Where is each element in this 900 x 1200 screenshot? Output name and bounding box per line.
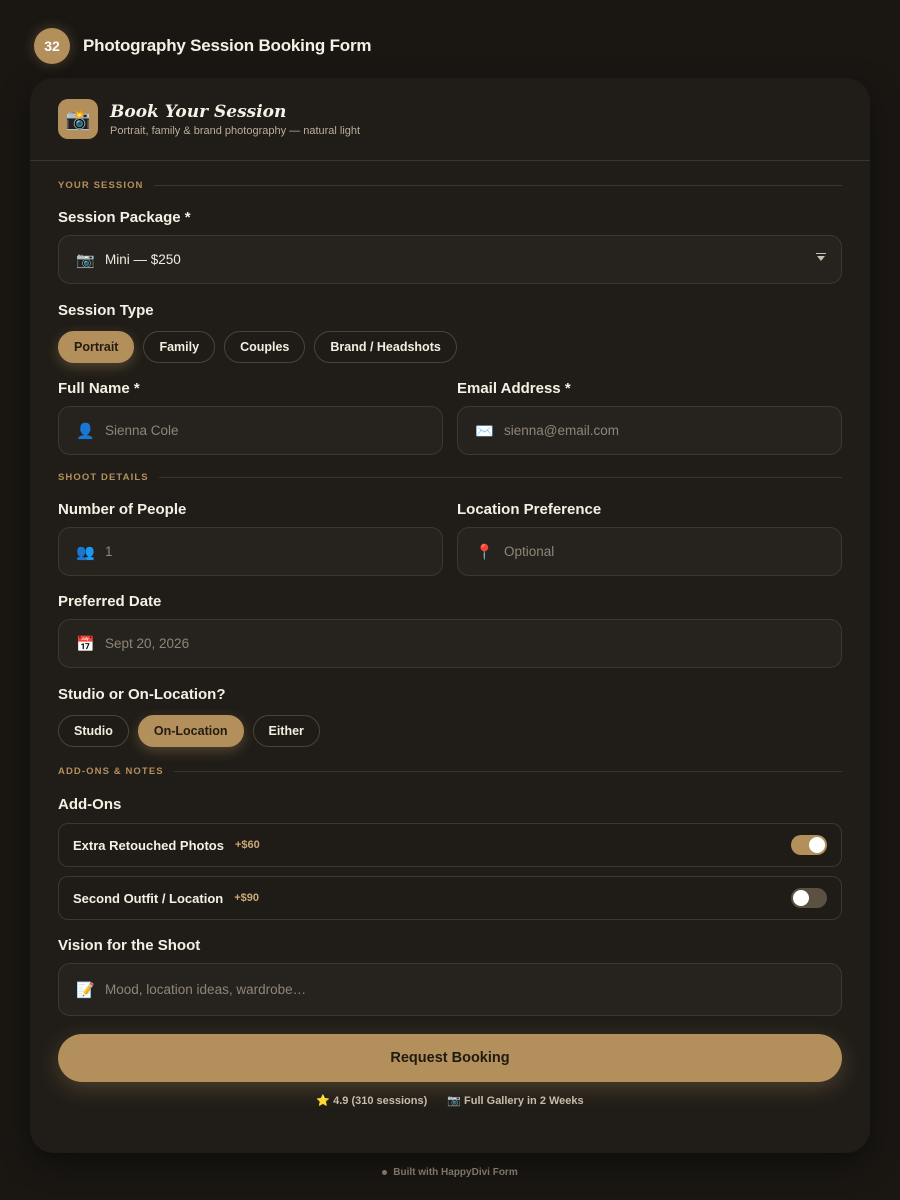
gallery-text: Full Gallery in 2 Weeks (464, 1095, 584, 1107)
toggle-knob (809, 837, 825, 853)
session-type-family[interactable]: Family (143, 331, 216, 363)
location-input[interactable] (504, 544, 804, 559)
star-icon: ⭐ (316, 1095, 331, 1107)
email-label: Email Address * (457, 380, 571, 397)
form-header: 📸 Book Your Session Portrait, family & b… (30, 78, 870, 161)
people-label: Number of People (58, 501, 187, 518)
footer: Built with HappyDivi Form (0, 1167, 900, 1178)
chevron-down-icon (816, 253, 826, 261)
section-addons-notes: ADD-ONS & NOTES (58, 766, 842, 777)
location-field[interactable]: 📍 (457, 527, 842, 576)
package-value: Mini — $250 (105, 252, 181, 267)
form-title: Book Your Session (110, 101, 287, 122)
divider (173, 771, 842, 772)
people-field[interactable]: 👥 (58, 527, 443, 576)
addon-second-outfit[interactable]: Second Outfit / Location +$90 (58, 876, 842, 920)
vision-textarea[interactable]: 📝 (58, 963, 842, 1016)
package-select[interactable]: 📷 Mini — $250 (58, 235, 842, 284)
dot-icon (382, 1170, 388, 1175)
booking-form-card: 📸 Book Your Session Portrait, family & b… (30, 78, 870, 1153)
rating-text: 4.9 (310 sessions) (333, 1095, 428, 1107)
footer-text: Built with HappyDivi Form (393, 1167, 518, 1178)
venue-either[interactable]: Either (252, 715, 320, 747)
location-label: Location Preference (457, 501, 602, 518)
full-name-field[interactable]: 👤 (58, 406, 443, 455)
toggle-knob (793, 890, 809, 906)
gallery-item: 📷 Full Gallery in 2 Weeks (447, 1094, 583, 1107)
people-input[interactable] (105, 544, 405, 559)
pin-icon: 📍 (475, 543, 494, 561)
full-name-input[interactable] (105, 423, 405, 438)
page-header: 32 Photography Session Booking Form (34, 28, 371, 64)
package-label: Session Package * (58, 209, 191, 226)
section-shoot-details: SHOOT DETAILS (58, 472, 842, 483)
user-icon: 👤 (76, 422, 95, 440)
session-type-portrait[interactable]: Portrait (58, 331, 135, 363)
addon-toggle-second-outfit[interactable] (791, 888, 827, 908)
venue-studio[interactable]: Studio (58, 715, 129, 747)
full-name-label: Full Name * (58, 380, 140, 397)
trust-row: ⭐ 4.9 (310 sessions) 📷 Full Gallery in 2… (58, 1094, 842, 1107)
date-label: Preferred Date (58, 593, 162, 610)
section-your-session: YOUR SESSION (58, 180, 842, 191)
section-label: SHOOT DETAILS (58, 472, 149, 483)
envelope-icon: ✉️ (475, 422, 494, 440)
venue-on-location[interactable]: On-Location (137, 715, 244, 747)
addon-price: +$60 (234, 839, 260, 851)
vision-input[interactable] (105, 982, 755, 997)
divider (153, 185, 842, 186)
page-title: Photography Session Booking Form (83, 36, 372, 55)
request-booking-button[interactable]: Request Booking (58, 1034, 842, 1082)
vision-label: Vision for the Shoot (58, 937, 201, 954)
addon-toggle-retouched[interactable] (791, 835, 827, 855)
session-type-couples[interactable]: Couples (224, 331, 306, 363)
people-icon: 👥 (76, 543, 95, 561)
form-subtitle: Portrait, family & brand photography — n… (110, 124, 361, 137)
session-type-brand-headshots[interactable]: Brand / Headshots (314, 331, 457, 363)
camera-icon: 📷 (447, 1095, 461, 1107)
venue-label: Studio or On-Location? (58, 686, 226, 703)
email-input[interactable] (504, 423, 804, 438)
date-field[interactable]: 📅 (58, 619, 842, 668)
camera-icon: 📷 (76, 251, 95, 269)
number-badge: 32 (34, 28, 70, 64)
memo-icon: 📝 (76, 981, 95, 999)
venue-options: Studio On-Location Either (58, 715, 320, 747)
date-input[interactable] (105, 636, 405, 651)
calendar-icon: 📅 (76, 635, 95, 653)
email-field[interactable]: ✉️ (457, 406, 842, 455)
addon-name: Second Outfit / Location (73, 890, 224, 906)
divider (158, 477, 842, 478)
addon-name: Extra Retouched Photos (73, 837, 224, 853)
addon-price: +$90 (234, 892, 259, 904)
addons-label: Add-Ons (58, 796, 122, 813)
camera-flash-icon: 📸 (58, 99, 98, 139)
session-type-label: Session Type (58, 302, 154, 319)
section-label: ADD-ONS & NOTES (58, 766, 164, 777)
session-type-options: Portrait Family Couples Brand / Headshot… (58, 331, 457, 363)
addon-extra-retouched[interactable]: Extra Retouched Photos +$60 (58, 823, 842, 867)
section-label: YOUR SESSION (58, 180, 144, 191)
rating-item: ⭐ 4.9 (310 sessions) (316, 1094, 427, 1107)
